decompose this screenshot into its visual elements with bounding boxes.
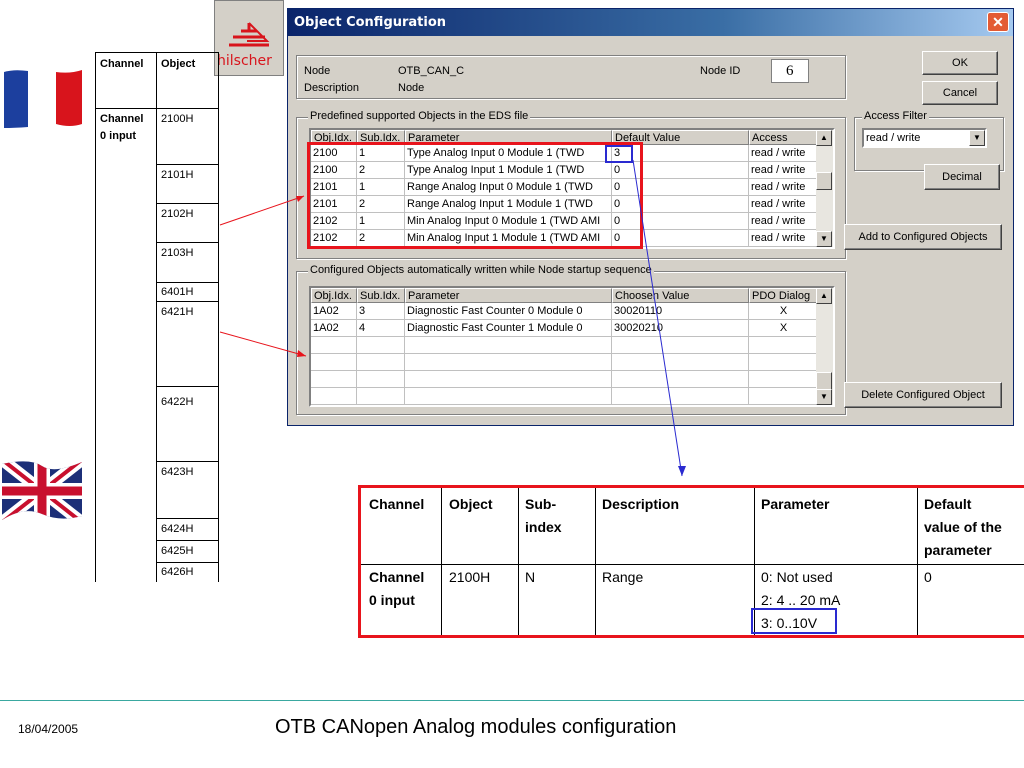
bottom-header-object: Object — [449, 496, 493, 512]
footer-line — [0, 700, 1024, 701]
slide-title: OTB CANopen Analog modules configuration — [275, 716, 677, 738]
bottom-cell-parameter-0: 0: Not used — [761, 569, 833, 585]
arrow-6421h — [219, 331, 307, 357]
bottom-cell-default: 0 — [924, 569, 932, 585]
annotation-arrows — [219, 159, 686, 477]
arrow-range-head — [678, 466, 686, 476]
bottom-header-default: Default value of the parameter — [924, 496, 1002, 558]
bottom-cell-subindex: N — [525, 569, 536, 585]
bottom-cell-channel: Channel 0 input — [369, 569, 425, 608]
arrow-6421h-head — [297, 350, 306, 357]
bottom-header-channel: Channel — [369, 496, 425, 512]
highlight-parameter-3 — [751, 608, 837, 634]
bottom-header-parameter: Parameter — [761, 496, 830, 512]
bottom-header-subindex: Sub- index — [525, 496, 562, 535]
arrow-2102h-head — [296, 196, 304, 202]
footer-date: 18/04/2005 — [18, 722, 79, 736]
bottom-header-description: Description — [602, 496, 680, 512]
bottom-cell-description: Range — [602, 569, 644, 585]
bottom-cell-object: 2100H — [449, 569, 491, 585]
arrow-2102h — [219, 195, 305, 226]
arrow-range — [632, 159, 683, 477]
